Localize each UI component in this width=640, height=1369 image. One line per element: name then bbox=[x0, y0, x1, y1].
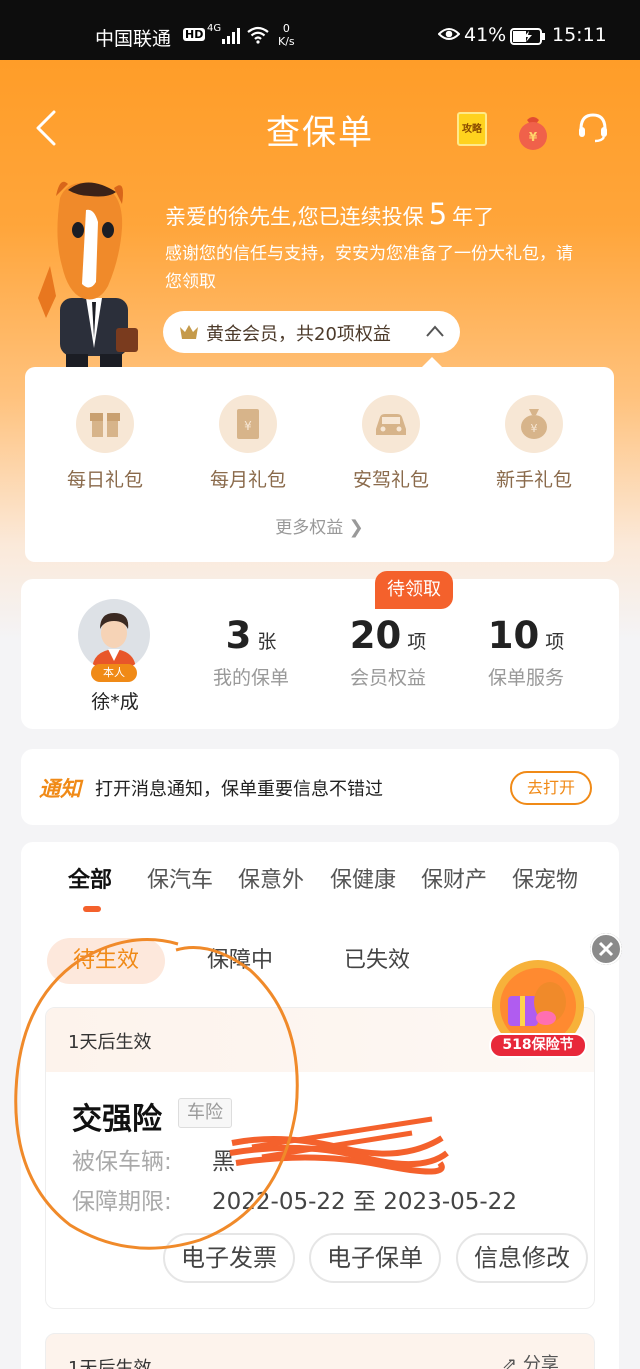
battery-icon bbox=[510, 28, 545, 45]
status-tab-active[interactable]: 保障中 bbox=[207, 938, 273, 984]
membership-label: 黄金会员，共20项权益 bbox=[206, 324, 391, 345]
benefit-daily-gift[interactable]: 每日礼包 bbox=[45, 395, 165, 492]
tab-all[interactable]: 全部 bbox=[68, 862, 112, 894]
stat-policy-services[interactable]: 10 项 保单服务 bbox=[461, 614, 591, 690]
more-benefits-link[interactable]: 更多权益 ❯ bbox=[25, 513, 614, 538]
self-tag: 本人 bbox=[91, 664, 137, 682]
clock: 15:11 bbox=[552, 24, 607, 46]
benefits-card: 每日礼包 ¥ 每月礼包 安驾礼包 ¥ 新手礼包 更多权益 ❯ bbox=[25, 357, 614, 562]
insured-years: 5 bbox=[428, 197, 448, 231]
share-label: 分享 bbox=[522, 1354, 559, 1369]
stat-unit: 项 bbox=[545, 631, 565, 653]
svg-text:¥: ¥ bbox=[529, 130, 538, 144]
pending-claim-badge: 待领取 bbox=[375, 571, 453, 609]
stat-number: 10 bbox=[487, 614, 540, 657]
stat-unit: 项 bbox=[407, 631, 427, 653]
welcome-message: 亲爱的徐先生,您已连续投保 5 年了 bbox=[165, 197, 494, 231]
stat-member-benefits[interactable]: 20 项 会员权益 bbox=[323, 614, 453, 690]
benefit-label: 每月礼包 bbox=[209, 469, 286, 491]
svg-text:¥: ¥ bbox=[531, 422, 538, 435]
status-tab-pending[interactable]: 待生效 bbox=[47, 938, 165, 984]
tab-accident[interactable]: 保意外 bbox=[238, 862, 304, 894]
period-label: 保障期限: bbox=[72, 1189, 172, 1215]
guide-book-icon[interactable]: 攻略 bbox=[457, 112, 487, 146]
period-row: 保障期限: 2022-05-22 至 2023-05-22 bbox=[72, 1182, 517, 1216]
speed-value: 0 bbox=[282, 22, 290, 35]
wifi-icon bbox=[247, 26, 269, 44]
speed-unit: K/s bbox=[278, 35, 295, 48]
horse-mascot-illustration bbox=[38, 181, 138, 372]
e-invoice-button[interactable]: 电子发票 bbox=[163, 1233, 295, 1283]
enable-notification-button[interactable]: 去打开 bbox=[510, 771, 592, 805]
notice-tag: 通知 bbox=[39, 777, 81, 801]
eye-comfort-icon bbox=[438, 28, 460, 40]
share-button[interactable]: ⇗ 分享 bbox=[502, 1350, 559, 1369]
red-envelope-icon: ¥ bbox=[219, 395, 277, 453]
network-speed: 0 K/s bbox=[278, 22, 295, 48]
car-icon bbox=[362, 395, 420, 453]
active-tab-indicator bbox=[83, 906, 101, 912]
tab-health[interactable]: 保健康 bbox=[330, 862, 396, 894]
stat-label: 我的保单 bbox=[212, 667, 289, 689]
tab-car[interactable]: 保汽车 bbox=[147, 862, 213, 894]
effective-date-text: 1天后生效 bbox=[68, 1358, 152, 1369]
e-policy-button[interactable]: 电子保单 bbox=[309, 1233, 441, 1283]
battery-percent: 41% bbox=[464, 24, 507, 46]
membership-toggle[interactable]: 黄金会员，共20项权益 bbox=[163, 311, 460, 353]
notification-banner: 通知 打开消息通知，保单重要信息不错过 去打开 bbox=[21, 749, 619, 825]
notice-message: 打开消息通知，保单重要信息不错过 bbox=[95, 779, 383, 800]
effective-date-text: 1天后生效 bbox=[68, 1032, 152, 1053]
stat-number: 20 bbox=[349, 614, 402, 657]
money-bag-icon: ¥ bbox=[505, 395, 563, 453]
benefit-label: 每日礼包 bbox=[66, 469, 143, 491]
edit-info-button[interactable]: 信息修改 bbox=[456, 1233, 588, 1283]
more-benefits-label: 更多权益 bbox=[275, 518, 344, 538]
status-tab-expired[interactable]: 已失效 bbox=[344, 938, 410, 984]
benefit-monthly-gift[interactable]: ¥ 每月礼包 bbox=[188, 395, 308, 492]
stat-number: 3 bbox=[225, 614, 252, 657]
stat-label: 会员权益 bbox=[349, 667, 426, 689]
chevron-up-icon bbox=[426, 325, 444, 337]
chevron-right-icon: ❯ bbox=[348, 517, 364, 538]
period-value: 2022-05-22 至 2023-05-22 bbox=[212, 1189, 517, 1215]
signal-icon bbox=[222, 28, 240, 44]
welcome-prefix: 亲爱的徐先生,您已连续投保 bbox=[165, 205, 424, 229]
svg-text:¥: ¥ bbox=[244, 419, 252, 433]
tab-property[interactable]: 保财产 bbox=[421, 862, 487, 894]
benefit-safe-drive-gift[interactable]: 安驾礼包 bbox=[331, 395, 451, 492]
benefit-label: 新手礼包 bbox=[495, 469, 572, 491]
welcome-suffix: 年了 bbox=[452, 205, 495, 229]
money-bag-icon[interactable]: ¥ bbox=[515, 114, 551, 150]
close-icon[interactable] bbox=[590, 933, 622, 965]
avatar[interactable] bbox=[78, 599, 150, 671]
thanks-message: 感谢您的信任与支持，安安为您准备了一份大礼包，请您领取 bbox=[165, 244, 573, 292]
status-bar: 中国联通 HD 4G 0 K/s 41% 15:11 bbox=[0, 0, 640, 60]
carrier-name: 中国联通 bbox=[95, 28, 172, 50]
stat-label: 保单服务 bbox=[487, 667, 564, 689]
profile-stats-card: 本人 徐*成 3张 我的保单 20 项 会员权益 10 项 保单服务 待领取 bbox=[21, 571, 619, 729]
stat-unit: 张 bbox=[257, 631, 277, 653]
policy-name: 交强险 bbox=[72, 1102, 162, 1137]
tab-pet[interactable]: 保宠物 bbox=[512, 862, 578, 894]
crown-icon bbox=[180, 325, 198, 339]
benefit-label: 安驾礼包 bbox=[352, 469, 429, 491]
policy-card[interactable]: 1天后生效 ⇗ 分享 bbox=[45, 1333, 595, 1369]
gift-icon bbox=[76, 395, 134, 453]
benefit-newbie-gift[interactable]: ¥ 新手礼包 bbox=[474, 395, 594, 492]
share-icon: ⇗ bbox=[502, 1354, 518, 1369]
vehicle-label: 被保车辆: bbox=[72, 1149, 172, 1175]
network-type: 4G bbox=[207, 23, 222, 34]
vehicle-row: 被保车辆: 黑 bbox=[72, 1142, 235, 1176]
promo-label: 518保险节 bbox=[489, 1033, 587, 1058]
hd-badge: HD bbox=[183, 28, 206, 41]
redaction-scribble bbox=[229, 1116, 449, 1175]
user-name: 徐*成 bbox=[91, 691, 139, 713]
customer-service-icon[interactable] bbox=[576, 110, 610, 144]
stat-my-policies[interactable]: 3张 我的保单 bbox=[186, 614, 316, 690]
